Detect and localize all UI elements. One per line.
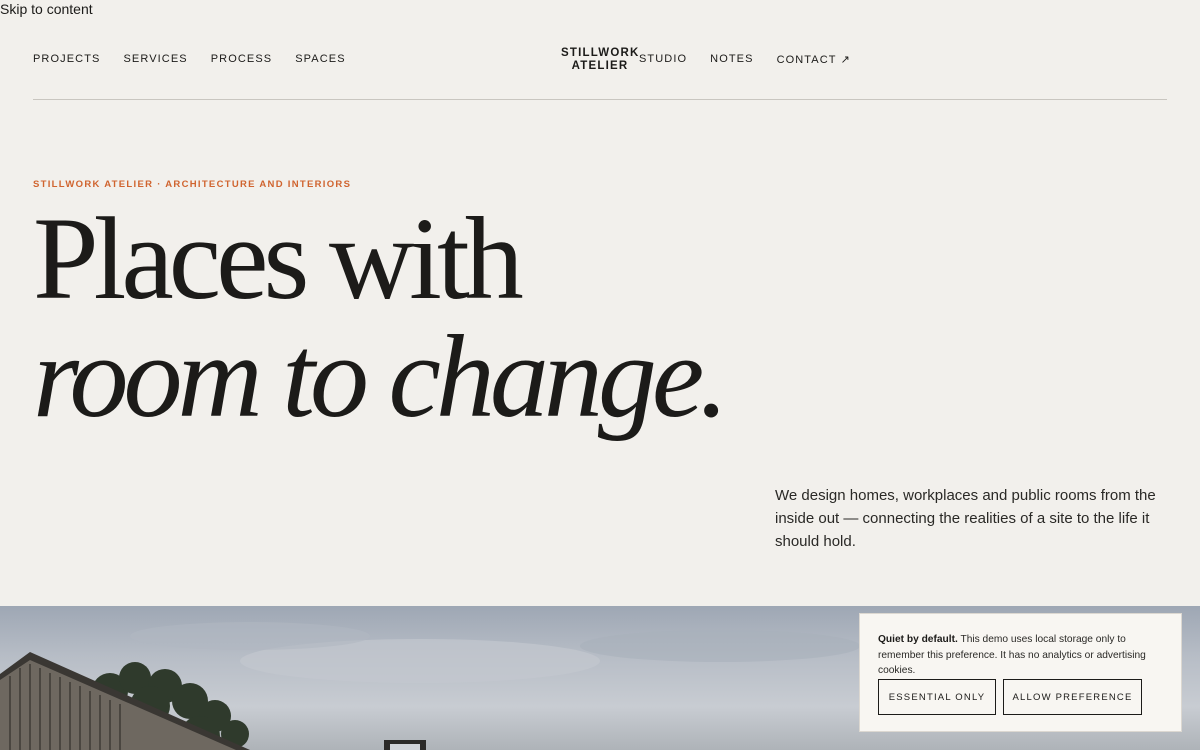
header-divider: [33, 99, 1167, 100]
nav-link-projects[interactable]: PROJECTS: [33, 53, 100, 65]
hero-intro: We design homes, workplaces and public r…: [775, 487, 1156, 550]
nav-link-spaces[interactable]: SPACES: [295, 53, 345, 65]
brand-logo[interactable]: STILLWORK ATELIER: [561, 47, 639, 73]
hero-headline: Places with room to change.: [33, 193, 729, 442]
cookie-actions: ESSENTIAL ONLY ALLOW PREFERENCE: [878, 679, 1142, 715]
brand-line-1: STILLWORK: [561, 47, 640, 59]
nav-link-contact[interactable]: CONTACT ↗: [777, 53, 851, 66]
headline-line-2: room to change.: [33, 311, 729, 442]
headline-line-1: Places with: [33, 193, 524, 324]
allow-preference-button[interactable]: ALLOW PREFERENCE: [1003, 679, 1142, 715]
page: Skip to content PROJECTS SERVICES PROCES…: [0, 0, 1200, 750]
nav-link-process[interactable]: PROCESS: [211, 53, 273, 65]
cookie-banner: Quiet by default. This demo uses local s…: [859, 613, 1182, 732]
nav-link-services[interactable]: SERVICES: [123, 53, 187, 65]
cookie-title: Quiet by default.: [878, 634, 958, 645]
primary-nav-left: PROJECTS SERVICES PROCESS SPACES: [33, 53, 346, 65]
skip-to-content-link[interactable]: Skip to content: [0, 1, 93, 17]
cookie-message: Quiet by default. This demo uses local s…: [878, 632, 1163, 679]
primary-nav-right: STUDIO NOTES CONTACT ↗: [639, 53, 851, 66]
nav-link-studio[interactable]: STUDIO: [639, 53, 687, 66]
hero-eyebrow: STILLWORK ATELIER · ARCHITECTURE AND INT…: [33, 179, 352, 190]
essential-only-button[interactable]: ESSENTIAL ONLY: [878, 679, 996, 715]
nav-link-notes[interactable]: NOTES: [710, 53, 753, 66]
brand-line-2: ATELIER: [571, 60, 629, 72]
